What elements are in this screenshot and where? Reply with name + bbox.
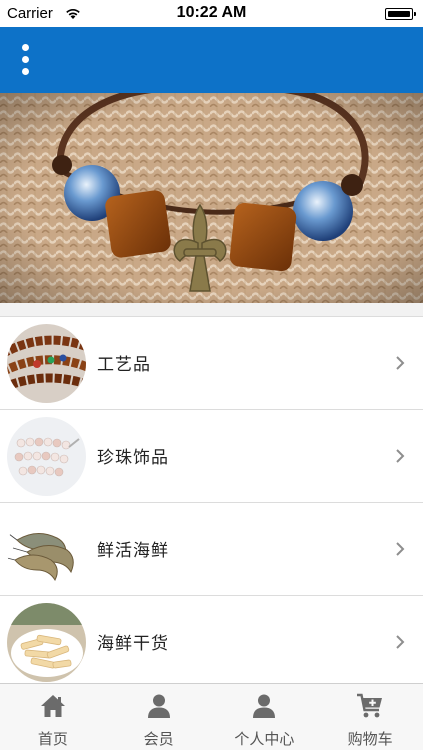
tab-member[interactable]: 会员 xyxy=(106,684,212,750)
chevron-right-icon xyxy=(396,542,405,556)
category-label: 珍珠饰品 xyxy=(97,448,169,468)
list-item-crafts[interactable]: 工艺品 xyxy=(0,317,423,410)
user-icon xyxy=(147,694,170,718)
tab-bar: 首页 会员 个人中心 购物车 xyxy=(0,683,423,750)
status-bar: Carrier 10:22 AM xyxy=(0,0,423,27)
category-thumbnail xyxy=(7,603,86,682)
nav-bar xyxy=(0,27,423,93)
tab-label: 会员 xyxy=(143,730,174,748)
list-item-pearls[interactable]: 珍珠饰品 xyxy=(0,410,423,503)
home-icon xyxy=(40,695,65,717)
cart-add-icon xyxy=(357,693,383,718)
chevron-right-icon xyxy=(396,449,405,463)
category-list: 工艺品 珍珠饰品 鲜活海鲜 海鲜干货 xyxy=(0,316,423,683)
battery-icon xyxy=(385,8,416,20)
menu-dots-icon[interactable] xyxy=(14,41,38,79)
tab-label: 首页 xyxy=(37,730,68,748)
category-thumbnail xyxy=(7,510,86,589)
tab-home[interactable]: 首页 xyxy=(0,684,106,750)
category-thumbnail xyxy=(7,324,86,403)
banner-image[interactable] xyxy=(0,93,423,303)
list-item-live-seafood[interactable]: 鲜活海鲜 xyxy=(0,503,423,596)
user-center-icon xyxy=(253,694,276,718)
tab-label: 购物车 xyxy=(347,730,393,748)
tab-cart[interactable]: 购物车 xyxy=(317,684,423,750)
category-thumbnail xyxy=(7,417,86,496)
tab-label: 个人中心 xyxy=(234,730,295,748)
chevron-right-icon xyxy=(396,356,405,370)
chevron-right-icon xyxy=(396,635,405,649)
list-item-dried-seafood[interactable]: 海鲜干货 xyxy=(0,596,423,683)
category-label: 工艺品 xyxy=(97,355,151,375)
status-time: 10:22 AM xyxy=(176,4,247,21)
category-label: 海鲜干货 xyxy=(97,634,169,654)
category-label: 鲜活海鲜 xyxy=(97,541,169,561)
bracelet-photo xyxy=(0,93,423,303)
tab-user-center[interactable]: 个人中心 xyxy=(212,684,318,750)
